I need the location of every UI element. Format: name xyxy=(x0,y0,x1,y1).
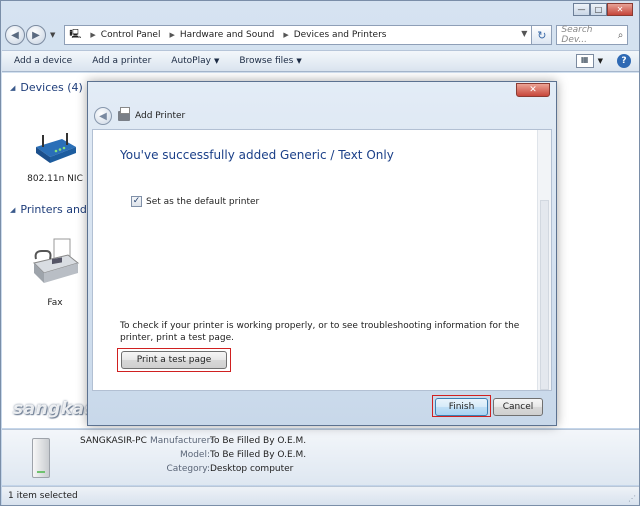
detail-value: Desktop computer xyxy=(210,464,294,474)
add-device-button[interactable]: Add a device xyxy=(14,56,72,66)
status-bar: 1 item selected ⋰ xyxy=(2,486,639,505)
computer-name: SANGKASIR-PC xyxy=(80,436,147,446)
chevron-down-icon: ▼ xyxy=(296,57,302,65)
devices-and-printers-window: — □ ✕ ◀ ▶ ▼ 🖳 ▶ Control Panel ▶ Hardware… xyxy=(0,0,640,506)
device-label: 802.11n NIC xyxy=(27,174,83,184)
default-printer-label[interactable]: Set as the default printer xyxy=(146,197,259,207)
dialog-scrollbar[interactable] xyxy=(537,130,551,390)
finish-button[interactable]: Finish xyxy=(435,398,488,416)
history-dropdown-icon[interactable]: ▼ xyxy=(50,31,55,39)
default-printer-option[interactable]: ✓ Set as the default printer xyxy=(131,196,259,207)
default-printer-checkbox[interactable]: ✓ xyxy=(131,196,142,207)
breadcrumb-control-panel[interactable]: Control Panel xyxy=(101,30,161,40)
control-panel-icon: 🖳 xyxy=(69,30,82,40)
collapse-icon[interactable]: ◢ xyxy=(10,84,15,92)
breadcrumb-hardware-and-sound[interactable]: Hardware and Sound xyxy=(180,30,274,40)
minimize-button[interactable]: — xyxy=(573,3,590,16)
printers-group-title: Printers and xyxy=(20,203,87,216)
search-input[interactable]: Search Dev... ⌕ xyxy=(556,25,629,45)
collapse-icon[interactable]: ◢ xyxy=(10,206,15,214)
close-button[interactable]: ✕ xyxy=(607,3,633,16)
detail-key: Manufacturer: xyxy=(150,436,214,446)
breadcrumb-separator-icon[interactable]: ▶ xyxy=(90,31,95,39)
details-pane: SANGKASIR-PC Manufacturer: To Be Filled … xyxy=(2,429,639,485)
chevron-down-icon: ▼ xyxy=(213,57,220,65)
scrollbar-thumb[interactable] xyxy=(540,200,549,390)
dialog-body: You've successfully added Generic / Text… xyxy=(92,129,552,391)
success-message: You've successfully added Generic / Text… xyxy=(120,148,394,162)
refresh-button[interactable]: ↻ xyxy=(532,25,553,45)
dialog-close-button[interactable]: ✕ xyxy=(516,83,550,97)
cancel-button[interactable]: Cancel xyxy=(493,398,543,416)
dialog-back-button[interactable]: ◀ xyxy=(94,107,112,125)
devices-group-header[interactable]: ◢ Devices (4) xyxy=(10,81,83,94)
breadcrumb-separator-icon[interactable]: ▶ xyxy=(169,31,174,39)
resize-grip-icon[interactable]: ⋰ xyxy=(628,494,636,503)
device-fax[interactable]: Fax xyxy=(20,237,90,308)
detail-value: To Be Filled By O.E.M. xyxy=(210,450,307,460)
breadcrumb-separator-icon[interactable]: ▶ xyxy=(283,31,288,39)
detail-key: Model: xyxy=(179,450,210,460)
test-page-info: To check if your printer is working prop… xyxy=(120,321,520,343)
address-dropdown-icon[interactable]: ▼ xyxy=(521,29,527,38)
add-printer-button[interactable]: Add a printer xyxy=(92,56,151,66)
chevron-down-icon[interactable]: ▼ xyxy=(598,57,603,65)
help-icon[interactable]: ? xyxy=(617,54,631,68)
device-802-11n-nic[interactable]: 802.11n NIC xyxy=(20,131,90,184)
address-bar[interactable]: 🖳 ▶ Control Panel ▶ Hardware and Sound ▶… xyxy=(64,25,533,45)
forward-button[interactable]: ▶ xyxy=(26,25,46,45)
print-test-page-button[interactable]: Print a test page xyxy=(121,351,227,369)
autoplay-menu[interactable]: AutoPlay ▼ xyxy=(171,56,219,66)
address-row: ◀ ▶ ▼ 🖳 ▶ Control Panel ▶ Hardware and S… xyxy=(5,23,635,47)
printer-icon xyxy=(118,107,130,121)
device-label: Fax xyxy=(47,298,63,308)
status-text: 1 item selected xyxy=(8,491,78,501)
router-icon xyxy=(36,133,76,163)
detail-key: Category: xyxy=(166,464,211,474)
fax-icon xyxy=(33,238,80,283)
search-placeholder: Search Dev... xyxy=(561,25,593,45)
breadcrumb-devices-and-printers[interactable]: Devices and Printers xyxy=(294,30,387,40)
devices-group-title: Devices (4) xyxy=(20,81,83,94)
dialog-title: Add Printer xyxy=(135,111,186,121)
change-view-icon[interactable]: ▦ xyxy=(575,54,594,68)
computer-tower-icon xyxy=(32,438,50,478)
command-bar: Add a device Add a printer AutoPlay ▼ Bro… xyxy=(2,50,639,72)
search-icon[interactable]: ⌕ xyxy=(618,30,624,41)
browse-files-menu[interactable]: Browse files ▼ xyxy=(239,56,301,66)
command-bar-right: ▦ ▼ ? xyxy=(575,54,631,68)
dialog-header: ◀ Add Printer xyxy=(94,106,185,126)
window-caption-buttons: — □ ✕ xyxy=(573,3,633,16)
printers-group-header[interactable]: ◢ Printers and xyxy=(10,203,87,216)
add-printer-dialog: ✕ ◀ Add Printer You've successfully adde… xyxy=(87,81,557,426)
back-button[interactable]: ◀ xyxy=(5,25,25,45)
detail-value: To Be Filled By O.E.M. xyxy=(210,436,307,446)
maximize-button[interactable]: □ xyxy=(590,3,607,16)
